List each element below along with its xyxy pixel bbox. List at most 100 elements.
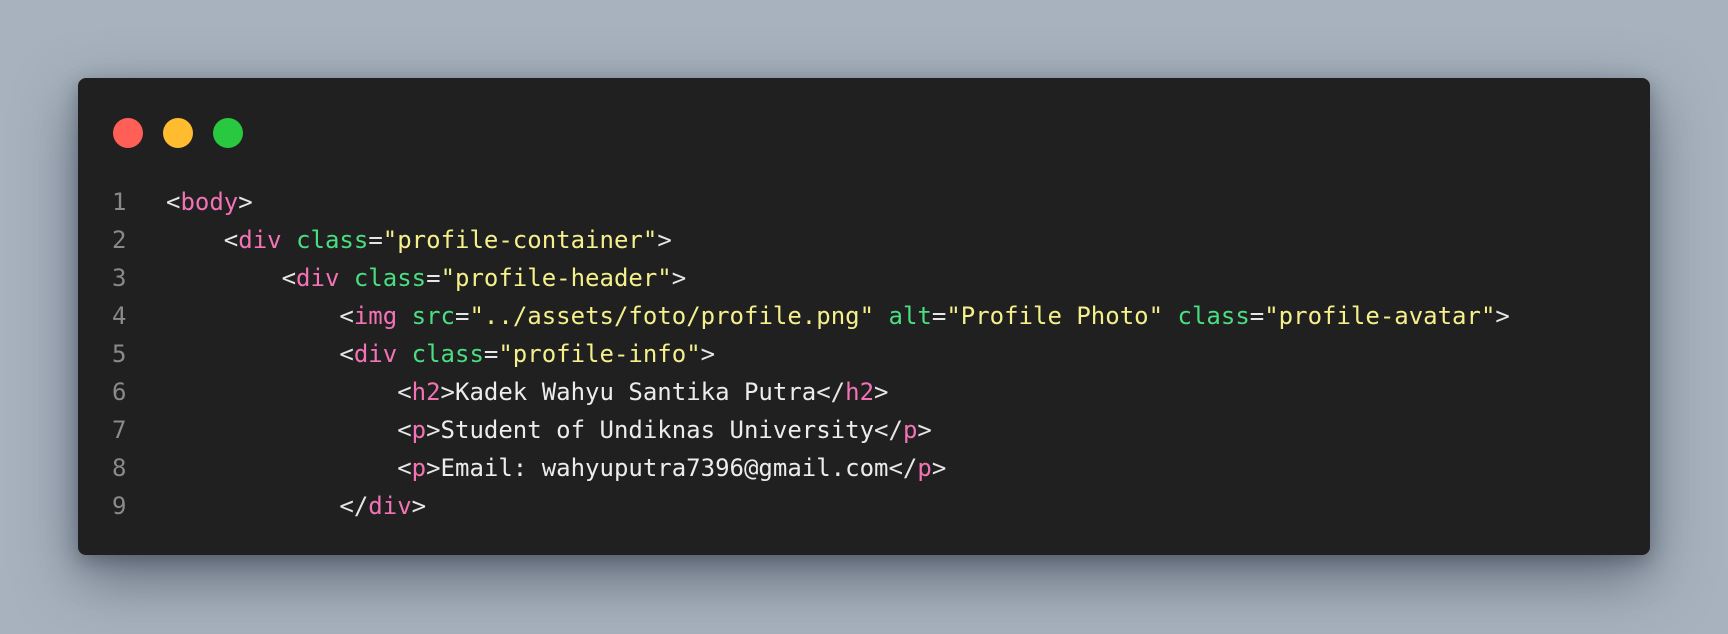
code-line: 4 <img src="../assets/foto/profile.png" … xyxy=(78,297,1650,335)
code-punctuation: > xyxy=(426,454,441,482)
code-punctuation: = xyxy=(483,340,499,368)
code-tag: p xyxy=(902,416,918,444)
code-punctuation xyxy=(397,302,411,330)
line-number: 3 xyxy=(112,264,127,292)
code-punctuation: > xyxy=(931,454,947,482)
code-punctuation: < xyxy=(281,264,297,292)
line-source: <p>Student of Undiknas University</p> xyxy=(166,411,932,449)
code-punctuation: </ xyxy=(816,378,846,406)
code-string: "profile-info" xyxy=(498,340,701,368)
code-tag: div xyxy=(353,340,398,368)
maximize-dot-icon[interactable] xyxy=(213,118,243,148)
code-attribute: class xyxy=(411,340,484,368)
code-attribute: class xyxy=(296,226,369,254)
line-source: <p>Email: wahyuputra7396@gmail.com</p> xyxy=(166,449,946,487)
code-punctuation: > xyxy=(238,188,253,216)
code-line: 2 <div class="profile-container"> xyxy=(78,221,1650,259)
code-attribute: src xyxy=(411,302,456,330)
code-punctuation: = xyxy=(426,264,441,292)
code-tag: p xyxy=(411,416,427,444)
line-number: 9 xyxy=(112,492,127,520)
code-punctuation xyxy=(397,340,411,368)
code-punctuation xyxy=(874,302,888,330)
line-number: 5 xyxy=(112,340,127,368)
line-number: 4 xyxy=(112,302,127,330)
code-line: 7 <p>Student of Undiknas University</p> xyxy=(78,411,1650,449)
line-number: 8 xyxy=(112,454,127,482)
code-tag: p xyxy=(917,454,932,482)
code-tag: div xyxy=(296,264,340,292)
code-punctuation: > xyxy=(874,378,889,406)
code-text: Email: wahyuputra7396@gmail.com xyxy=(440,454,889,482)
line-number: 6 xyxy=(112,378,127,406)
line-source: <div class="profile-info"> xyxy=(166,335,715,373)
minimize-dot-icon[interactable] xyxy=(163,118,193,148)
code-tag: div xyxy=(368,492,412,520)
code-punctuation: > xyxy=(411,492,427,520)
code-punctuation: < xyxy=(339,340,354,368)
code-line: 3 <div class="profile-header"> xyxy=(78,259,1650,297)
code-punctuation xyxy=(339,264,353,292)
code-punctuation: < xyxy=(397,378,412,406)
code-tag: h2 xyxy=(845,378,875,406)
code-text: Student of Undiknas University xyxy=(440,416,875,444)
line-source: <div class="profile-header"> xyxy=(166,259,687,297)
code-punctuation: </ xyxy=(339,492,369,520)
line-number: 1 xyxy=(112,188,127,216)
code-tag: div xyxy=(238,226,282,254)
code-line: 1 <body> xyxy=(78,183,1650,221)
close-dot-icon[interactable] xyxy=(113,118,143,148)
code-punctuation xyxy=(1163,302,1177,330)
line-source: <body> xyxy=(166,183,253,221)
code-line: 9 </div> xyxy=(78,487,1650,525)
line-number: 2 xyxy=(112,226,127,254)
code-attribute: class xyxy=(1177,302,1250,330)
line-number: 7 xyxy=(112,416,127,444)
code-window: 1 <body> 2 <div class="profile-container">… xyxy=(78,78,1650,555)
code-punctuation: > xyxy=(700,340,716,368)
code-text: Kadek Wahyu Santika Putra xyxy=(455,378,817,406)
code-punctuation: > xyxy=(426,416,441,444)
code-tag: h2 xyxy=(411,378,441,406)
code-punctuation: > xyxy=(671,264,687,292)
code-punctuation: > xyxy=(657,226,672,254)
code-punctuation: </ xyxy=(874,416,903,444)
code-punctuation: < xyxy=(223,226,239,254)
code-punctuation: > xyxy=(440,378,455,406)
code-string: "Profile Photo" xyxy=(946,302,1164,330)
code-line: 5 <div class="profile-info"> xyxy=(78,335,1650,373)
line-source: </div> xyxy=(166,487,426,525)
code-string: "profile-avatar" xyxy=(1264,302,1496,330)
code-punctuation: = xyxy=(931,302,947,330)
code-tag: p xyxy=(411,454,427,482)
code-punctuation: = xyxy=(1249,302,1265,330)
code-punctuation: = xyxy=(455,302,470,330)
code-line: 8 <p>Email: wahyuputra7396@gmail.com</p> xyxy=(78,449,1650,487)
code-punctuation: < xyxy=(397,454,412,482)
code-punctuation: </ xyxy=(888,454,918,482)
code-string: "profile-container" xyxy=(382,226,658,254)
code-tag: img xyxy=(353,302,398,330)
code-punctuation xyxy=(282,226,296,254)
code-punctuation: < xyxy=(397,416,412,444)
line-source: <div class="profile-container"> xyxy=(166,221,672,259)
window-controls xyxy=(113,118,243,148)
code-attribute: alt xyxy=(888,302,932,330)
code-line: 6 <h2>Kadek Wahyu Santika Putra</h2> xyxy=(78,373,1650,411)
code-punctuation: < xyxy=(166,188,181,216)
code-punctuation: > xyxy=(917,416,932,444)
code-tag: body xyxy=(180,188,239,216)
code-string: "../assets/foto/profile.png" xyxy=(469,302,875,330)
code-punctuation: = xyxy=(368,226,383,254)
code-string: "profile-header" xyxy=(440,264,672,292)
code-punctuation: > xyxy=(1495,302,1510,330)
line-source: <h2>Kadek Wahyu Santika Putra</h2> xyxy=(166,373,889,411)
